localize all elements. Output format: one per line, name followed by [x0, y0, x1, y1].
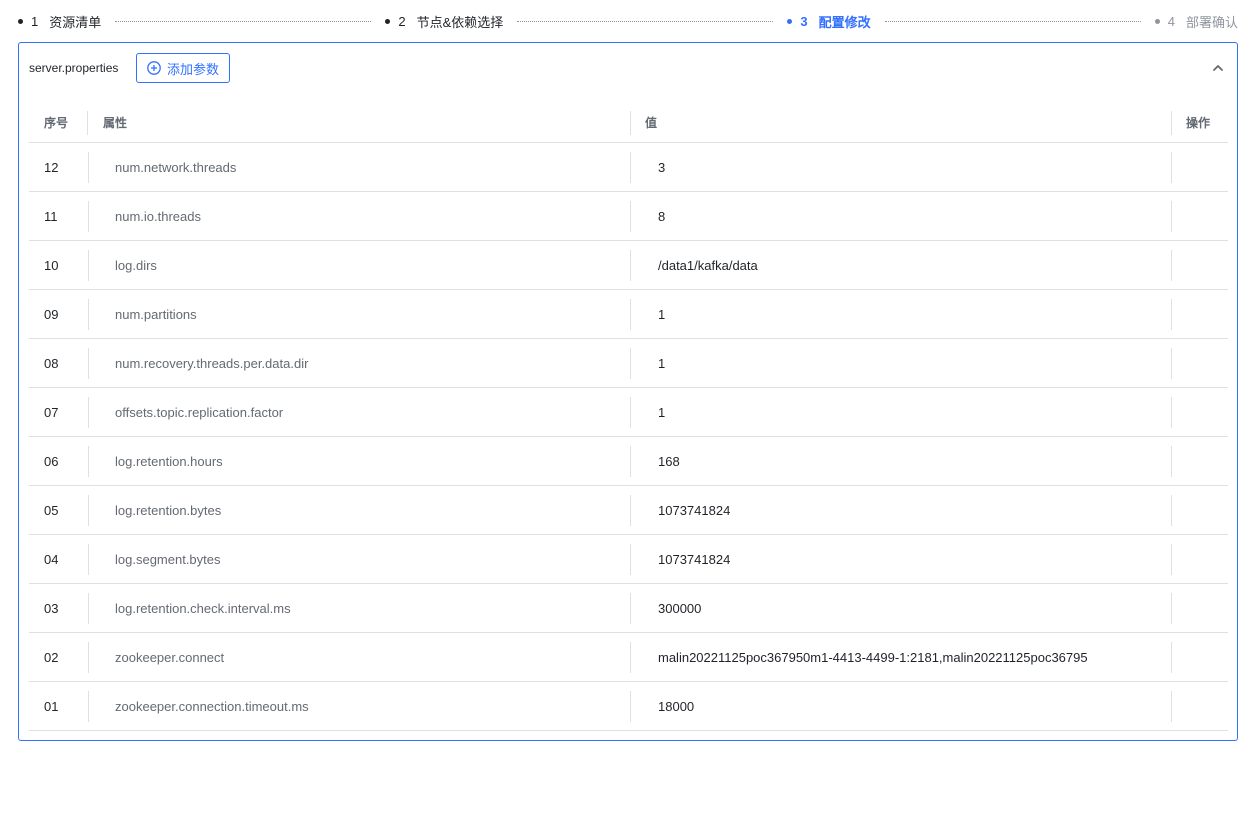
step-connector [884, 20, 1141, 22]
cell-property: zookeeper.connect [88, 633, 631, 681]
cell-property: num.io.threads [88, 192, 631, 240]
cell-property: log.segment.bytes [88, 535, 631, 583]
table-row: 07 offsets.topic.replication.factor 1 [29, 388, 1228, 437]
step-connector [517, 20, 774, 22]
cell-index: 08 [44, 355, 59, 371]
table-row: 04 log.segment.bytes 1073741824 [29, 535, 1228, 584]
cell-value[interactable]: 300000 [631, 584, 1172, 632]
step-label: 配置修改 [818, 14, 871, 30]
step-dot [787, 18, 793, 24]
cell-value[interactable]: 18000 [631, 682, 1172, 730]
step-label: 资源清单 [49, 14, 102, 30]
header-action: 操作 [1186, 116, 1211, 130]
cell-index: 10 [44, 257, 59, 273]
cell-value[interactable]: 3 [631, 143, 1172, 191]
cell-value[interactable]: 1 [631, 290, 1172, 338]
step-number: 3 [800, 13, 808, 29]
cell-property: log.retention.bytes [88, 486, 631, 534]
table-row: 11 num.io.threads 8 [29, 192, 1228, 241]
table-row: 12 num.network.threads 3 [29, 143, 1228, 192]
cell-index: 03 [44, 600, 59, 616]
step-label: 节点&依赖选择 [416, 14, 504, 30]
table-row: 10 log.dirs/data1/kafka/data [29, 241, 1228, 290]
header-value: 值 [631, 103, 1172, 142]
step-dot [1154, 18, 1160, 24]
table-row: 02 zookeeper.connect malin20221125poc36795… [29, 633, 1228, 682]
cell-index: 01 [44, 698, 59, 714]
step-dot [385, 18, 391, 24]
cell-property: num.recovery.threads.per.data.dir [88, 339, 631, 387]
step-number: 2 [398, 13, 406, 29]
config-table: 序号 属性 值 操作 12 num.network.threads 3 11 num.i… [29, 103, 1228, 731]
table-row: 08 num.recovery.threads.per.data.dir 1 [29, 339, 1228, 388]
header-index: 序号 [29, 103, 88, 142]
cell-property: log.retention.check.interval.ms [88, 584, 631, 632]
cell-value[interactable]: 1073741824 [631, 535, 1172, 583]
cell-index: 05 [44, 502, 59, 518]
cell-action [1172, 388, 1228, 436]
table-row: 05 log.retention.bytes 1073741824 [29, 486, 1228, 535]
cell-value[interactable]: 1 [631, 339, 1172, 387]
cell-property: num.partitions [88, 290, 631, 338]
cell-action [1172, 584, 1228, 632]
table-row: 06 log.retention.hours 168 [29, 437, 1228, 486]
cell-index: 09 [44, 306, 59, 322]
cell-action [1172, 290, 1228, 338]
cell-action [1172, 437, 1228, 485]
cell-index: 06 [44, 453, 59, 469]
cell-property: log.dirs [88, 241, 631, 289]
cell-action [1172, 535, 1228, 583]
cell-action [1172, 143, 1228, 191]
step-dot [18, 18, 23, 24]
cell-property: offsets.topic.replication.factor [88, 388, 631, 436]
cell-index: 12 [44, 159, 59, 175]
cell-index: 04 [44, 551, 59, 567]
cell-value[interactable]: /data1/kafka/data [631, 241, 1172, 289]
table-row: 01 zookeeper.connection.timeout.ms 18000 [29, 682, 1228, 731]
cell-value[interactable]: 1 [631, 388, 1172, 436]
table-row: 03 log.retention.check.interval.ms 300000 [29, 584, 1228, 633]
step-number: 1 [31, 13, 39, 29]
step-number: 4 [1167, 13, 1175, 29]
cell-action [1172, 241, 1228, 289]
cell-property: zookeeper.connection.timeout.ms [88, 682, 631, 730]
add-parameter-label: 添加参数 [166, 61, 219, 77]
cell-action [1172, 339, 1228, 387]
cell-index: 11 [44, 208, 58, 224]
add-parameter-button[interactable]: 添加参数 [136, 53, 230, 83]
table-body: 12 num.network.threads 3 11 num.io.threads 8 1… [29, 143, 1228, 731]
header-property: 属性 [88, 103, 631, 142]
table-header: 序号 属性 值 操作 [29, 103, 1228, 143]
step-3[interactable]: 3 配置修改 [787, 12, 871, 31]
config-panel: server.properties 添加参数 序号 属性 值 操作 12 num.… [18, 42, 1238, 741]
panel-header: server.properties 添加参数 [19, 43, 1237, 93]
step-4[interactable]: 4 部署确认 [1154, 12, 1238, 31]
step-1[interactable]: 1 资源清单 [18, 12, 101, 31]
step-connector [115, 20, 372, 22]
cell-property: num.network.threads [88, 143, 631, 191]
cell-value[interactable]: 1073741824 [631, 486, 1172, 534]
cell-action [1172, 633, 1228, 681]
step-2[interactable]: 2 节点&依赖选择 [385, 12, 503, 31]
config-file-name: server.properties [29, 61, 119, 75]
cell-action [1172, 192, 1228, 240]
cell-property: log.retention.hours [88, 437, 631, 485]
cell-action [1172, 486, 1228, 534]
cell-value[interactable]: 8 [631, 192, 1172, 240]
chevron-up-icon[interactable] [1211, 61, 1225, 75]
cell-value[interactable]: malin20221125poc367950m1-4413-4499-1:218… [631, 633, 1172, 681]
table-row: 09 num.partitions 1 [29, 290, 1228, 339]
stepper: 1 资源清单 2 节点&依赖选择 3 配置修改 4 部署确认 [18, 12, 1238, 30]
step-label: 部署确认 [1185, 14, 1238, 30]
cell-index: 07 [44, 404, 59, 420]
plus-circle-icon [147, 61, 161, 75]
cell-action [1172, 682, 1228, 730]
cell-value[interactable]: 168 [631, 437, 1172, 485]
cell-index: 02 [44, 649, 59, 665]
